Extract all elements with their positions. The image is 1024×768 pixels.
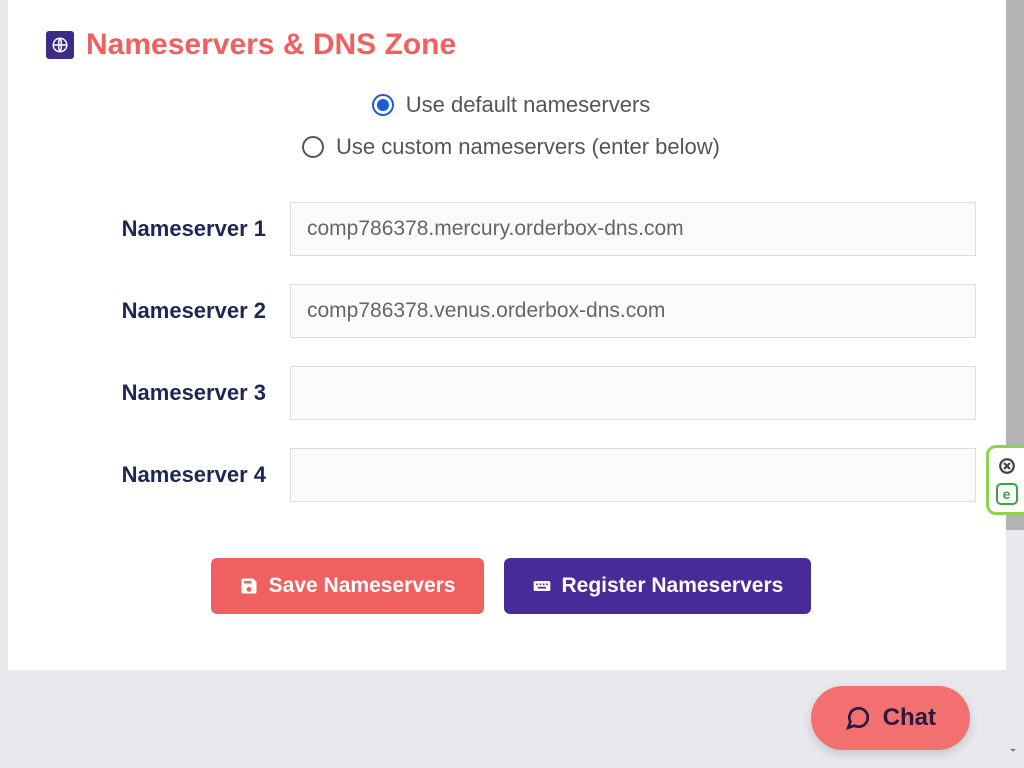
- radio-label: Use default nameservers: [406, 92, 651, 118]
- button-label: Register Nameservers: [562, 574, 784, 598]
- dns-zone-panel: Nameservers & DNS Zone Use default names…: [8, 0, 1006, 670]
- nameserver-fields: Nameserver 1 Nameserver 2 Nameserver 3 N…: [46, 202, 976, 502]
- chat-label: Chat: [883, 704, 936, 732]
- nameserver-mode-radio-group: Use default nameservers Use custom names…: [46, 92, 976, 160]
- chat-icon: [845, 705, 871, 731]
- radio-default-nameservers[interactable]: Use default nameservers: [372, 92, 651, 118]
- nameserver-row-2: Nameserver 2: [46, 284, 976, 338]
- save-nameservers-button[interactable]: Save Nameservers: [211, 558, 484, 614]
- nameserver-2-input[interactable]: [290, 284, 976, 338]
- radio-unselected-icon: [302, 136, 324, 158]
- radio-selected-icon: [372, 94, 394, 116]
- side-widget[interactable]: e: [986, 445, 1024, 515]
- e-badge-icon[interactable]: e: [996, 483, 1018, 505]
- nameserver-1-input[interactable]: [290, 202, 976, 256]
- save-icon: [239, 576, 259, 596]
- field-label: Nameserver 1: [46, 216, 266, 242]
- nameserver-row-1: Nameserver 1: [46, 202, 976, 256]
- nameserver-row-3: Nameserver 3: [46, 366, 976, 420]
- button-label: Save Nameservers: [269, 574, 456, 598]
- keyboard-icon: [532, 576, 552, 596]
- field-label: Nameserver 2: [46, 298, 266, 324]
- register-nameservers-button[interactable]: Register Nameservers: [504, 558, 812, 614]
- field-label: Nameserver 4: [46, 462, 266, 488]
- field-label: Nameserver 3: [46, 380, 266, 406]
- globe-book-icon: [46, 31, 74, 59]
- chat-button[interactable]: Chat: [811, 686, 970, 750]
- button-row: Save Nameservers Register Nameservers: [46, 558, 976, 614]
- section-header: Nameservers & DNS Zone: [46, 28, 976, 62]
- radio-label: Use custom nameservers (enter below): [336, 134, 720, 160]
- nameserver-3-input[interactable]: [290, 366, 976, 420]
- chevron-down-icon[interactable]: [1006, 743, 1020, 762]
- section-title: Nameservers & DNS Zone: [86, 28, 456, 62]
- nameserver-row-4: Nameserver 4: [46, 448, 976, 502]
- nameserver-4-input[interactable]: [290, 448, 976, 502]
- radio-custom-nameservers[interactable]: Use custom nameservers (enter below): [302, 134, 720, 160]
- close-icon[interactable]: [997, 456, 1017, 476]
